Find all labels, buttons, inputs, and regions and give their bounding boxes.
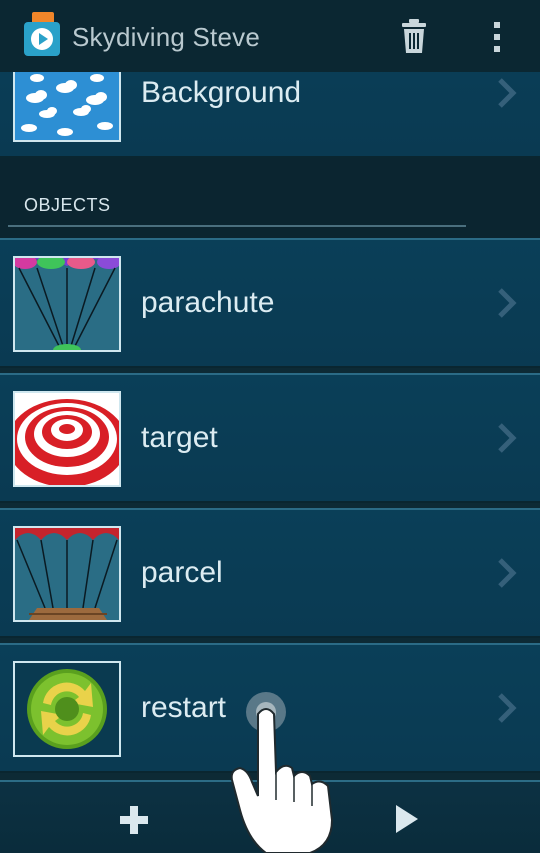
parcel-image — [15, 528, 119, 620]
restart-arrows-icon — [15, 663, 119, 755]
overflow-menu-icon[interactable] — [490, 20, 504, 54]
chevron-right-icon — [498, 423, 517, 453]
list-item-parachute[interactable]: parachute — [0, 238, 540, 368]
trash-icon[interactable] — [400, 18, 428, 54]
play-icon[interactable] — [393, 802, 421, 836]
list-item-background[interactable]: Background — [0, 72, 540, 158]
background-thumbnail — [13, 72, 121, 142]
action-bar: Skydiving Steve — [0, 0, 540, 73]
list-item-label: Background — [141, 76, 302, 109]
sprite-list[interactable]: Background OBJECTS parachute target parc… — [0, 72, 540, 780]
section-title: OBJECTS — [24, 195, 111, 215]
target-thumbnail — [13, 391, 121, 487]
chevron-right-icon — [498, 558, 517, 588]
list-item-target[interactable]: target — [0, 373, 540, 503]
list-item-label: restart — [141, 691, 227, 724]
chevron-right-icon — [498, 693, 517, 723]
list-item-label: target — [141, 421, 218, 454]
chevron-right-icon — [498, 288, 517, 318]
parcel-thumbnail — [13, 526, 121, 622]
list-item-parcel[interactable]: parcel — [0, 508, 540, 638]
clouds-image — [15, 72, 119, 140]
list-item-label: parcel — [141, 556, 223, 589]
list-item-label: parachute — [141, 286, 275, 319]
parachute-thumbnail — [13, 256, 121, 352]
section-underline — [8, 225, 466, 227]
chevron-right-icon — [498, 78, 517, 108]
target-image — [15, 393, 119, 485]
tap-gesture-hand-icon — [230, 692, 334, 853]
app-title: Skydiving Steve — [72, 22, 260, 52]
restart-thumbnail — [13, 661, 121, 757]
app-logo-icon[interactable] — [22, 10, 64, 60]
plus-icon[interactable] — [118, 804, 150, 836]
parachute-image — [15, 258, 119, 350]
